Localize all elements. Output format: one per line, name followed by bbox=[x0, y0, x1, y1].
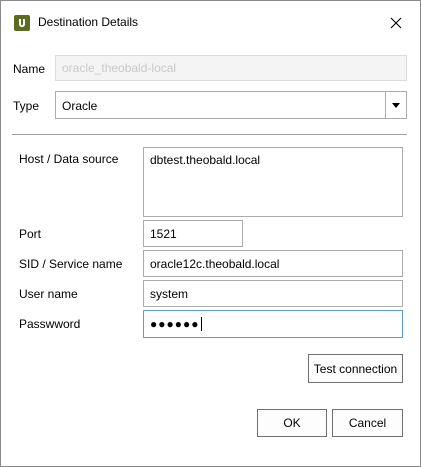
title-bar: Destination Details bbox=[1, 1, 420, 43]
user-label: User name bbox=[19, 287, 78, 301]
dialog-title: Destination Details bbox=[38, 15, 139, 29]
section-divider bbox=[12, 134, 407, 135]
password-input[interactable]: ●●●●●● bbox=[143, 310, 403, 338]
type-select-value: Oracle bbox=[62, 99, 98, 113]
app-logo-icon bbox=[14, 15, 30, 31]
host-label: Host / Data source bbox=[19, 152, 119, 166]
close-icon bbox=[390, 17, 402, 29]
user-input[interactable]: system bbox=[143, 280, 403, 307]
destination-details-dialog: Destination Details Name oracle_theobald… bbox=[0, 0, 421, 467]
name-label: Name bbox=[13, 62, 46, 76]
cancel-button[interactable]: Cancel bbox=[332, 409, 403, 437]
sid-input[interactable]: oracle12c.theobald.local bbox=[143, 250, 403, 277]
chevron-down-icon[interactable] bbox=[385, 92, 406, 118]
test-connection-button[interactable]: Test connection bbox=[308, 354, 403, 383]
name-input: oracle_theobald-local bbox=[55, 55, 407, 81]
close-button[interactable] bbox=[381, 10, 411, 36]
type-select[interactable]: Oracle bbox=[55, 91, 407, 119]
port-input[interactable]: 1521 bbox=[143, 220, 243, 247]
password-label: Passwword bbox=[19, 317, 81, 331]
host-input[interactable]: dbtest.theobald.local bbox=[143, 147, 403, 217]
ok-button[interactable]: OK bbox=[257, 409, 327, 437]
port-label: Port bbox=[19, 227, 42, 241]
password-mask: ●●●●●● bbox=[150, 317, 200, 331]
sid-label: SID / Service name bbox=[19, 257, 123, 271]
text-caret bbox=[200, 317, 202, 331]
type-label: Type bbox=[13, 99, 40, 113]
